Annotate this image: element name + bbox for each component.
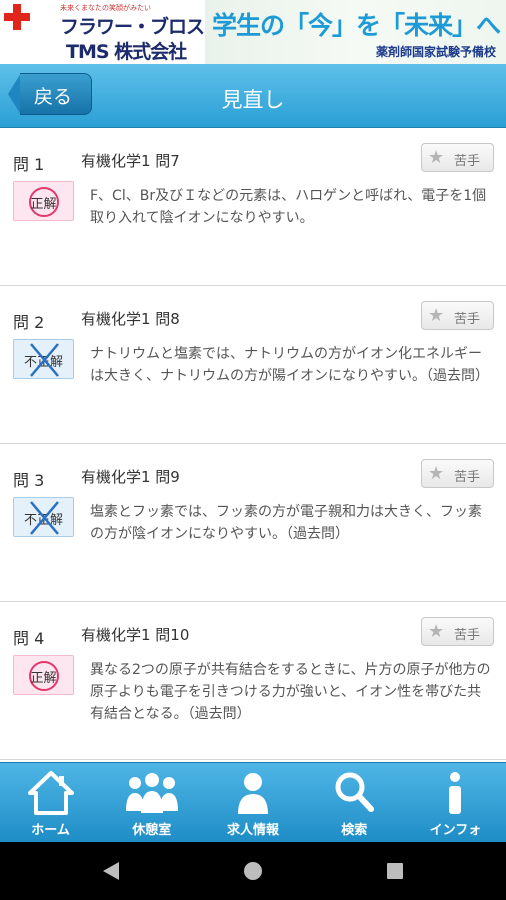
weak-label: 苦手 (454, 312, 481, 327)
star-icon: ★ (428, 621, 445, 642)
recents-square-icon[interactable] (384, 860, 406, 882)
weak-toggle-button[interactable]: ★ 苦手 (421, 459, 494, 488)
tab-lounge[interactable]: 休憩室 (101, 763, 202, 843)
question-text: 異なる2つの原子が共有結合をするときに、片方の原子が他方の原子よりも電子を引きつ… (90, 662, 491, 722)
home-circle-icon[interactable] (242, 860, 264, 882)
banner-brand-line2: TMS 株式会社 (66, 41, 187, 63)
tab-home[interactable]: ホーム (0, 763, 101, 843)
search-icon (335, 772, 375, 812)
weak-label: 苦手 (454, 470, 481, 485)
cross-mark-icon (30, 501, 59, 535)
question-item[interactable]: 問 3 有機化学1 問9 ★ 苦手 不正解 塩素とフッ素では、フッ素の方が電子親… (0, 444, 506, 602)
question-number: 問 3 (13, 471, 45, 490)
question-title: 有機化学1 問8 (81, 310, 180, 328)
banner-slogan: 学生の「今」を「未来」へ (212, 11, 501, 40)
weak-label: 苦手 (454, 628, 481, 643)
question-title: 有機化学1 問9 (81, 468, 180, 486)
question-text: F、Cl、Br及びＩなどの元素は、ハロゲンと呼ばれ、電子を1個取り入れて陰イオン… (90, 188, 487, 226)
group-icon (125, 773, 178, 813)
star-icon: ★ (428, 147, 445, 168)
tab-info-label: インフォ (429, 823, 482, 838)
question-list[interactable]: 問 1 有機化学1 問7 ★ 苦手 正解 F、Cl、Br及びＩなどの元素は、ハロ… (0, 128, 506, 762)
info-icon (449, 772, 462, 814)
tab-search-label: 検索 (341, 823, 368, 838)
result-stamp-correct: 正解 (13, 181, 74, 221)
ad-banner[interactable]: 未来くまなたの笑顔がみたい フラワー・ブロス TMS 株式会社 学生の「今」を「… (0, 0, 506, 64)
result-label: 正解 (30, 671, 57, 686)
home-icon (27, 771, 74, 815)
star-icon: ★ (428, 305, 445, 326)
question-text: 塩素とフッ素では、フッ素の方が電子親和力は大きく、フッ素の方が陰イオンになりやす… (90, 504, 482, 542)
result-stamp-wrong: 不正解 (13, 339, 74, 379)
bottom-tab-bar: ホーム 休憩室 求人情報 検索 インフォ (0, 762, 506, 842)
weak-toggle-button[interactable]: ★ 苦手 (421, 617, 494, 646)
cross-mark-icon (30, 343, 59, 377)
question-number: 問 4 (13, 629, 45, 648)
person-icon (238, 773, 268, 814)
question-text: ナトリウムと塩素では、ナトリウムの方がイオン化エネルギーは大きく、ナトリウムの方… (90, 346, 489, 384)
tab-info[interactable]: インフォ (405, 763, 506, 843)
question-item[interactable]: 問 1 有機化学1 問7 ★ 苦手 正解 F、Cl、Br及びＩなどの元素は、ハロ… (0, 128, 506, 286)
weak-toggle-button[interactable]: ★ 苦手 (421, 301, 494, 330)
header-bar: 戻る 見直し (0, 64, 506, 128)
page-title: 見直し (221, 88, 285, 112)
tab-lounge-label: 休憩室 (132, 823, 172, 838)
question-number: 問 1 (13, 155, 45, 174)
question-item[interactable]: 問 4 有機化学1 問10 ★ 苦手 正解 異なる2つの原子が共有結合をするとき… (0, 602, 506, 760)
tab-jobs-label: 求人情報 (227, 823, 280, 838)
question-title: 有機化学1 問7 (81, 152, 180, 170)
tab-jobs[interactable]: 求人情報 (202, 763, 303, 843)
result-stamp-wrong: 不正解 (13, 497, 74, 537)
system-navigation-bar (0, 842, 506, 900)
result-stamp-correct: 正解 (13, 655, 74, 695)
tab-home-label: ホーム (31, 823, 70, 838)
question-item[interactable]: 問 2 有機化学1 問8 ★ 苦手 不正解 ナトリウムと塩素では、ナトリウムの方… (0, 286, 506, 444)
back-triangle-icon[interactable] (100, 860, 122, 882)
question-title: 有機化学1 問10 (81, 626, 190, 644)
question-number: 問 2 (13, 313, 45, 332)
weak-label: 苦手 (454, 154, 481, 169)
cross-logo-icon (4, 4, 30, 30)
weak-toggle-button[interactable]: ★ 苦手 (421, 143, 494, 172)
banner-subtitle: 薬剤師国家試験予備校 (375, 45, 496, 59)
tab-search[interactable]: 検索 (304, 763, 405, 843)
result-label: 正解 (30, 197, 57, 212)
star-icon: ★ (428, 463, 445, 484)
banner-brand-line1: フラワー・ブロス (60, 16, 205, 38)
